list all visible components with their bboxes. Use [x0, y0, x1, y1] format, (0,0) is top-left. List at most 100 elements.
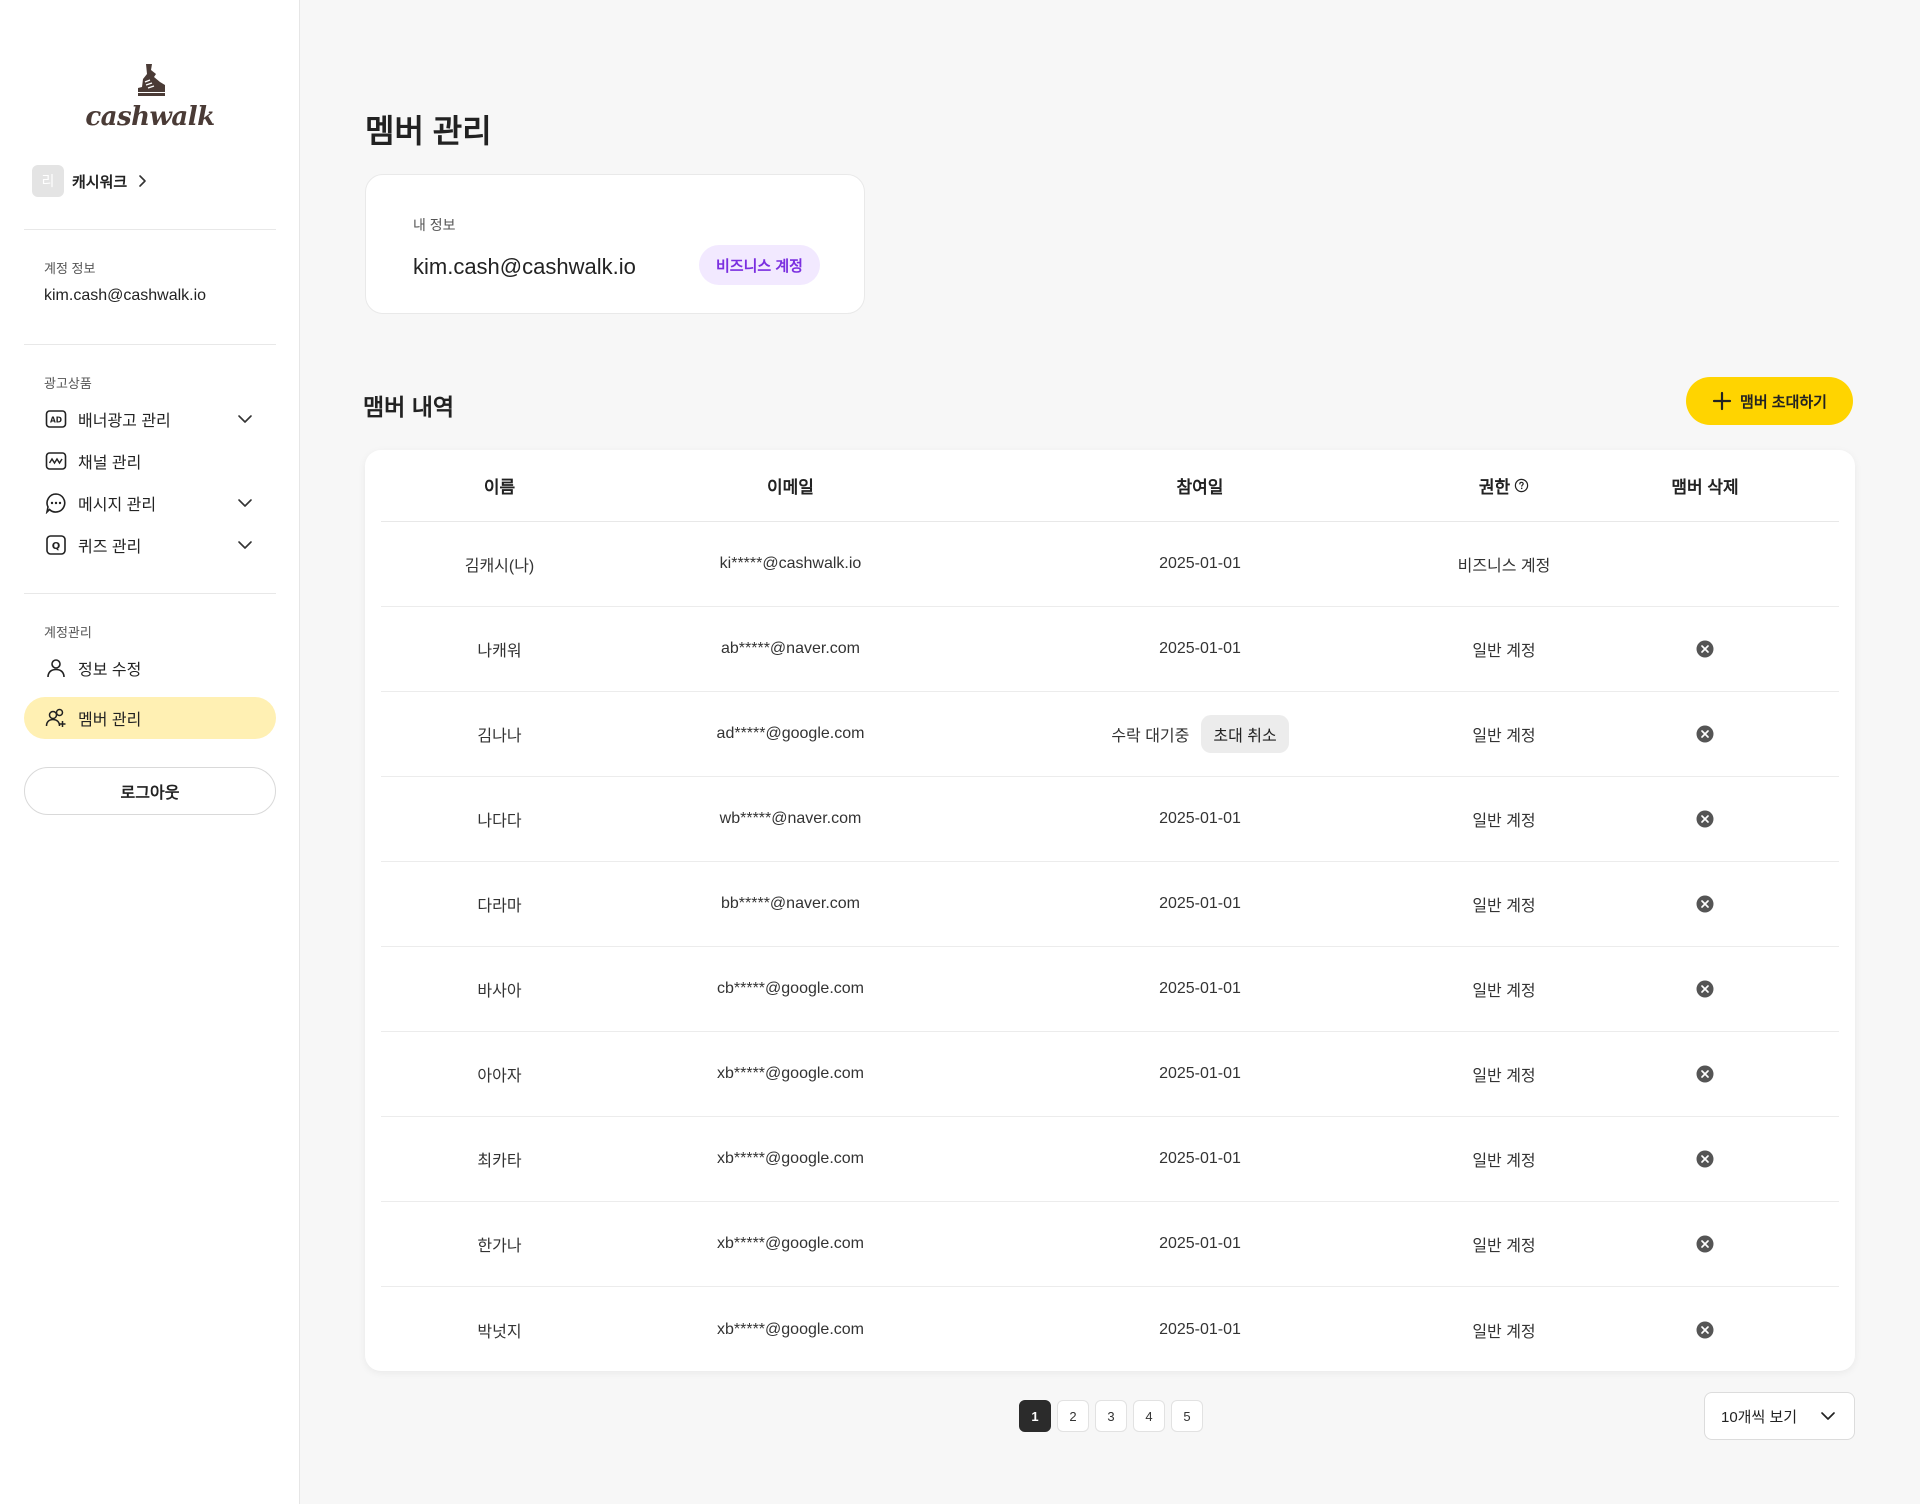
page-title: 멤버 관리: [365, 113, 492, 149]
member-name: 다라마: [477, 898, 522, 915]
member-join-date: 2025-01-01: [1159, 1065, 1241, 1082]
quiz-icon: Q: [44, 533, 68, 557]
invite-member-button[interactable]: 맴버 초대하기: [1686, 377, 1853, 425]
delete-member-icon[interactable]: [1696, 1065, 1714, 1083]
delete-member-icon[interactable]: [1696, 1235, 1714, 1253]
member-role: 일반 계정: [1472, 983, 1536, 1000]
delete-member-icon[interactable]: [1696, 980, 1714, 998]
member-role: 일반 계정: [1472, 1153, 1536, 1170]
member-email: xb*****@google.com: [717, 1235, 864, 1252]
member-role: 일반 계정: [1472, 1238, 1536, 1255]
table-row: 다라마 bb*****@naver.com 2025-01-01 일반 계정: [381, 862, 1839, 947]
help-icon[interactable]: [1514, 478, 1529, 493]
member-join-date: 2025-01-01: [1159, 810, 1241, 827]
member-name: 최카타: [477, 1153, 522, 1170]
table-row: 나캐워 ab*****@naver.com 2025-01-01 일반 계정: [381, 607, 1839, 692]
channel-icon: [44, 449, 68, 473]
member-role: 일반 계정: [1472, 813, 1536, 830]
my-info-label: 내 정보: [413, 217, 456, 233]
nav-item-channel[interactable]: 채널 관리: [24, 440, 276, 482]
member-role: 비즈니스 계정: [1457, 558, 1551, 575]
member-name: 바사아: [477, 983, 522, 1000]
member-email: ab*****@naver.com: [721, 640, 860, 657]
member-join-date: 2025-01-01: [1159, 555, 1241, 572]
member-name: 김캐시(나): [464, 558, 535, 575]
table-row: 한가나 xb*****@google.com 2025-01-01 일반 계정: [381, 1202, 1839, 1287]
column-header-role: 권한: [1437, 450, 1571, 521]
account-section-label: 계정 정보: [44, 261, 96, 276]
nav-item-edit-info[interactable]: 정보 수정: [24, 647, 276, 689]
member-join-date: 2025-01-01: [1159, 1235, 1241, 1252]
page-button-3[interactable]: 3: [1095, 1400, 1127, 1432]
svg-text:Q: Q: [52, 541, 61, 552]
chevron-down-icon[interactable]: [236, 410, 254, 428]
table-header: 이름 이메일 참여일 권한 맴버 삭제: [381, 450, 1839, 522]
nav-item-label: 정보 수정: [78, 662, 142, 679]
chevron-down-icon: [1821, 1412, 1835, 1420]
members-section-title: 맴버 내역: [363, 394, 455, 420]
workspace-avatar: 리: [32, 165, 64, 197]
column-header-email: 이메일: [767, 478, 814, 497]
sneaker-logo-icon: [138, 64, 165, 96]
sidebar-divider: [24, 229, 276, 230]
page-button-2[interactable]: 2: [1057, 1400, 1089, 1432]
delete-member-icon[interactable]: [1696, 1150, 1714, 1168]
pending-status: 수락 대기중: [1111, 728, 1190, 745]
nav-item-quiz[interactable]: Q 퀴즈 관리: [24, 524, 276, 566]
member-name: 나다다: [477, 813, 522, 830]
logo-text: cashwalk: [85, 102, 215, 132]
ads-section-label: 광고상품: [44, 376, 92, 391]
message-icon: [44, 491, 68, 515]
member-email: wb*****@naver.com: [719, 810, 862, 827]
member-email: xb*****@google.com: [717, 1150, 864, 1167]
chevron-down-icon[interactable]: [236, 494, 254, 512]
nav-item-member-management[interactable]: 멤버 관리: [24, 697, 276, 739]
member-role: 일반 계정: [1472, 643, 1536, 660]
nav-item-banner-ads[interactable]: AD 배너광고 관리: [24, 398, 276, 440]
member-join-date: 2025-01-01: [1159, 895, 1241, 912]
logo[interactable]: cashwalk: [0, 62, 300, 132]
member-join-date: 2025-01-01: [1159, 1150, 1241, 1167]
table-row: 김나나 ad*****@google.com 수락 대기중 초대 취소 일반 계…: [381, 692, 1839, 777]
sidebar-divider: [24, 344, 276, 345]
delete-member-icon[interactable]: [1696, 725, 1714, 743]
page-button-5[interactable]: 5: [1171, 1400, 1203, 1432]
nav-item-label: 채널 관리: [78, 455, 142, 472]
svg-text:AD: AD: [50, 416, 62, 425]
account-email: kim.cash@cashwalk.io: [44, 287, 207, 304]
delete-member-icon[interactable]: [1696, 640, 1714, 658]
nav-item-label: 메시지 관리: [78, 497, 157, 514]
member-email: xb*****@google.com: [717, 1320, 864, 1338]
user-icon: [44, 656, 68, 680]
member-role: 일반 계정: [1472, 728, 1536, 745]
member-name: 아아자: [477, 1068, 522, 1085]
page-button-4[interactable]: 4: [1133, 1400, 1165, 1432]
member-name: 박넛지: [477, 1323, 522, 1341]
member-email: xb*****@google.com: [717, 1065, 864, 1082]
page-button-1[interactable]: 1: [1019, 1400, 1051, 1432]
delete-member-icon[interactable]: [1696, 1321, 1714, 1339]
per-page-select[interactable]: 10개씩 보기: [1704, 1392, 1855, 1440]
member-role: 일반 계정: [1472, 898, 1536, 915]
chevron-down-icon[interactable]: [236, 536, 254, 554]
member-join-date: 2025-01-01: [1159, 980, 1241, 997]
table-row: 나다다 wb*****@naver.com 2025-01-01 일반 계정: [381, 777, 1839, 862]
nav-item-message[interactable]: 메시지 관리: [24, 482, 276, 524]
member-email: cb*****@google.com: [717, 980, 864, 997]
table-row: 아아자 xb*****@google.com 2025-01-01 일반 계정: [381, 1032, 1839, 1117]
member-name: 김나나: [477, 728, 522, 745]
sidebar: cashwalk 리 캐시워크 계정 정보 kim.cash@cashwalk.…: [0, 0, 300, 1504]
logout-button[interactable]: 로그아웃: [24, 767, 276, 815]
table-row: 최카타 xb*****@google.com 2025-01-01 일반 계정: [381, 1117, 1839, 1202]
column-header-role-label: 권한: [1478, 478, 1511, 497]
cancel-invite-button[interactable]: 초대 취소: [1201, 715, 1289, 753]
workspace-switcher[interactable]: 리 캐시워크: [32, 165, 149, 197]
members-table: 이름 이메일 참여일 권한 맴버 삭제 김캐시(나) ki*****@cashw…: [365, 450, 1855, 1371]
my-info-email: kim.cash@cashwalk.io: [413, 254, 636, 279]
per-page-value: 10개씩 보기: [1721, 1408, 1798, 1426]
column-header-join-date: 참여일: [1176, 478, 1224, 497]
nav-item-label: 배너광고 관리: [78, 413, 171, 430]
delete-member-icon[interactable]: [1696, 895, 1714, 913]
delete-member-icon[interactable]: [1696, 810, 1714, 828]
workspace-name: 캐시워크: [72, 173, 128, 191]
